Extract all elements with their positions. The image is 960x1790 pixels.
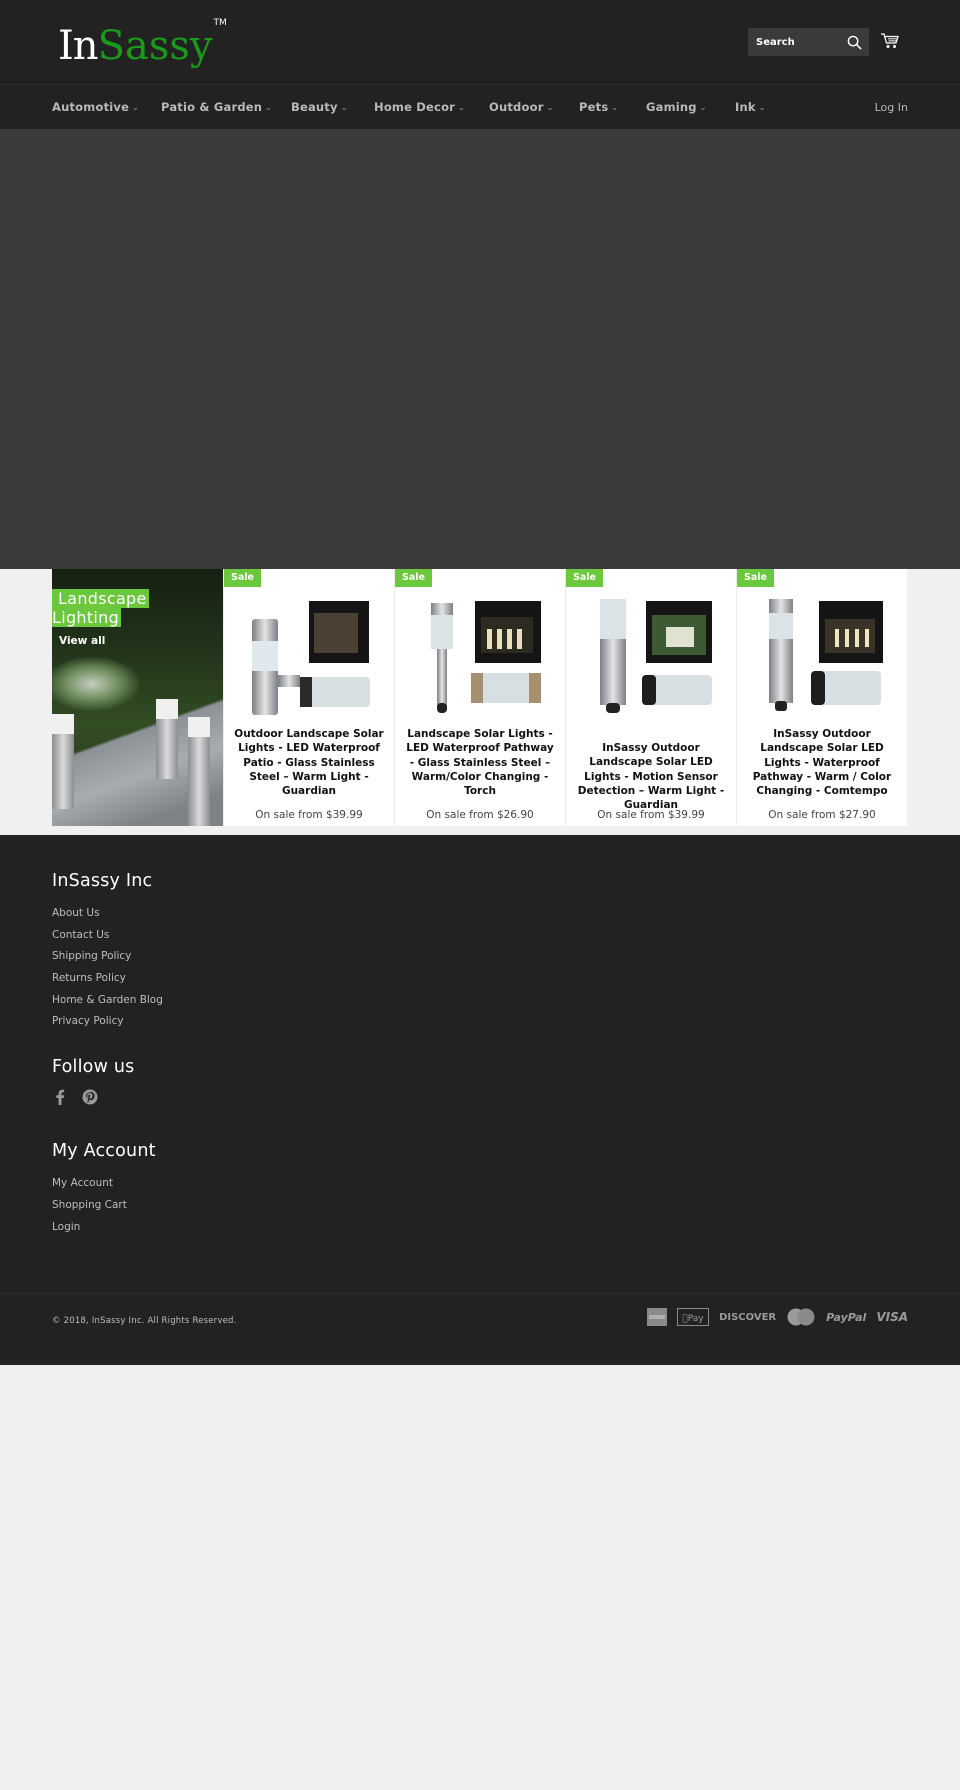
nav-item-home-decor[interactable]: Home Decor ⌄: [374, 85, 465, 129]
product-price: On sale from $39.99: [255, 809, 363, 821]
nav-label: Beauty: [291, 100, 338, 114]
collection-title: Landscape Lighting: [52, 589, 149, 627]
amex-icon: [647, 1308, 668, 1326]
payment-icons: Pay DISCOVER PayPal VISA: [647, 1308, 908, 1326]
nav-item-gaming[interactable]: Gaming ⌄: [646, 85, 707, 129]
copyright: © 2018, InSassy Inc. All Rights Reserved…: [52, 1316, 237, 1326]
footer-link-shopping-cart[interactable]: Shopping Cart: [52, 1195, 908, 1217]
product-card[interactable]: Sale Landscape Solar Lights - LED Waterp…: [394, 569, 565, 826]
footer-link-privacy-policy[interactable]: Privacy Policy: [52, 1011, 908, 1033]
footer-link-contact-us[interactable]: Contact Us: [52, 925, 908, 947]
footer-account-links: My Account Shopping Cart Login: [52, 1173, 908, 1238]
main-content: Patio, Lawn & Garden: [0, 569, 960, 830]
collection-image-detail: [188, 717, 210, 826]
logo-part-in: In: [58, 23, 99, 69]
product-price: On sale from $26.90: [426, 809, 534, 821]
hero-slideshow: [0, 129, 960, 580]
featured-collection: Landscape Lighting View all Sale Outdoor…: [52, 569, 908, 826]
nav-label: Gaming: [646, 100, 697, 114]
footer-heading-follow: Follow us: [52, 1057, 135, 1078]
product-card[interactable]: Sale InSassy Outdoor Landscape Solar LED…: [736, 569, 907, 826]
facebook-link[interactable]: [52, 1089, 68, 1106]
product-image: [252, 601, 370, 715]
product-image: [431, 601, 541, 713]
nav-label: Home Decor: [374, 100, 456, 114]
chevron-down-icon: ⌄: [546, 102, 554, 112]
product-title: Outdoor Landscape Solar Lights - LED Wat…: [234, 728, 384, 798]
logo[interactable]: In Sassy TM: [58, 18, 227, 69]
nav-label: Patio & Garden: [161, 100, 263, 114]
chevron-down-icon: ⌄: [758, 102, 766, 112]
footer-link-blog[interactable]: Home & Garden Blog: [52, 990, 908, 1012]
cart-button[interactable]: [880, 32, 902, 52]
chevron-down-icon: ⌄: [458, 102, 465, 112]
logo-trademark: TM: [213, 18, 227, 28]
product-title: InSassy Outdoor Landscape Solar LED Ligh…: [752, 728, 892, 798]
nav-label: Outdoor: [489, 100, 544, 114]
product-price: On sale from $39.99: [597, 809, 705, 821]
nav-item-outdoor[interactable]: Outdoor ⌄: [489, 85, 553, 129]
social-links: [52, 1089, 908, 1106]
apple-pay-icon: Pay: [677, 1308, 710, 1326]
pinterest-icon: [82, 1089, 98, 1105]
sale-badge: Sale: [395, 569, 432, 587]
footer-link-shipping-policy[interactable]: Shipping Policy: [52, 946, 908, 968]
product-card[interactable]: Sale InSassy Outdoor Landscape Solar LED…: [565, 569, 736, 826]
chevron-down-icon: ⌄: [699, 102, 707, 112]
collection-title-line: Landscape: [52, 589, 149, 608]
visa-icon: VISA: [876, 1310, 908, 1324]
footer-company-links: About Us Contact Us Shipping Policy Retu…: [52, 903, 908, 1033]
search-button[interactable]: [842, 30, 866, 54]
footer-link-login[interactable]: Login: [52, 1217, 908, 1239]
nav-item-patio-garden[interactable]: Patio & Garden ⌄: [161, 85, 272, 129]
footer-heading-account: My Account: [52, 1141, 156, 1162]
site-footer: InSassy Inc About Us Contact Us Shipping…: [0, 835, 960, 1365]
product-card[interactable]: Sale Outdoor Landscape Solar Lights - LE…: [223, 569, 394, 826]
product-price: On sale from $27.90: [768, 809, 876, 821]
site-header: In Sassy TM: [0, 0, 960, 85]
logo-part-sassy: Sassy: [97, 23, 213, 69]
sale-badge: Sale: [566, 569, 603, 587]
sale-badge: Sale: [224, 569, 261, 587]
footer-link-my-account[interactable]: My Account: [52, 1173, 908, 1195]
sale-badge: Sale: [737, 569, 774, 587]
footer-link-returns-policy[interactable]: Returns Policy: [52, 968, 908, 990]
collection-landscape-lighting[interactable]: Landscape Lighting View all: [52, 569, 223, 826]
collection-image-detail: [52, 714, 74, 809]
nav-item-beauty[interactable]: Beauty ⌄: [291, 85, 348, 129]
cart-icon: [881, 33, 899, 48]
nav-item-pets[interactable]: Pets ⌄: [579, 85, 618, 129]
footer-bottom: © 2018, InSassy Inc. All Rights Reserved…: [0, 1293, 960, 1365]
collection-image-detail: [156, 699, 178, 779]
product-image: [769, 599, 883, 711]
facebook-icon: [56, 1089, 65, 1106]
chevron-down-icon: ⌄: [132, 102, 140, 112]
nav-item-ink[interactable]: Ink ⌄: [735, 85, 766, 129]
discover-icon: DISCOVER: [719, 1311, 777, 1323]
nav-label: Pets: [579, 100, 609, 114]
product-image: [600, 599, 712, 713]
search-form: [748, 28, 869, 56]
chevron-down-icon: ⌄: [340, 102, 348, 112]
svg-text:Pay: Pay: [682, 1314, 704, 1324]
search-icon: [847, 35, 862, 50]
product-title: InSassy Outdoor Landscape Solar LED Ligh…: [577, 742, 725, 812]
footer-link-about-us[interactable]: About Us: [52, 903, 908, 925]
nav-label: Ink: [735, 100, 756, 114]
collection-title-line: Lighting: [52, 608, 122, 627]
paypal-icon: PayPal: [826, 1310, 867, 1324]
pinterest-link[interactable]: [82, 1089, 98, 1105]
view-all-link[interactable]: View all: [59, 635, 105, 647]
product-title: Landscape Solar Lights - LED Waterproof …: [406, 728, 554, 798]
main-nav: Automotive ⌄ Patio & Garden ⌄ Beauty ⌄ Home…: [0, 85, 960, 129]
chevron-down-icon: ⌄: [265, 102, 273, 112]
footer-heading-company: InSassy Inc: [52, 871, 153, 891]
search-input[interactable]: [756, 36, 842, 48]
login-link[interactable]: Log In: [875, 85, 908, 129]
nav-item-automotive[interactable]: Automotive ⌄: [52, 85, 139, 129]
chevron-down-icon: ⌄: [611, 102, 619, 112]
nav-label: Automotive: [52, 100, 130, 114]
mastercard-icon: [787, 1308, 815, 1326]
